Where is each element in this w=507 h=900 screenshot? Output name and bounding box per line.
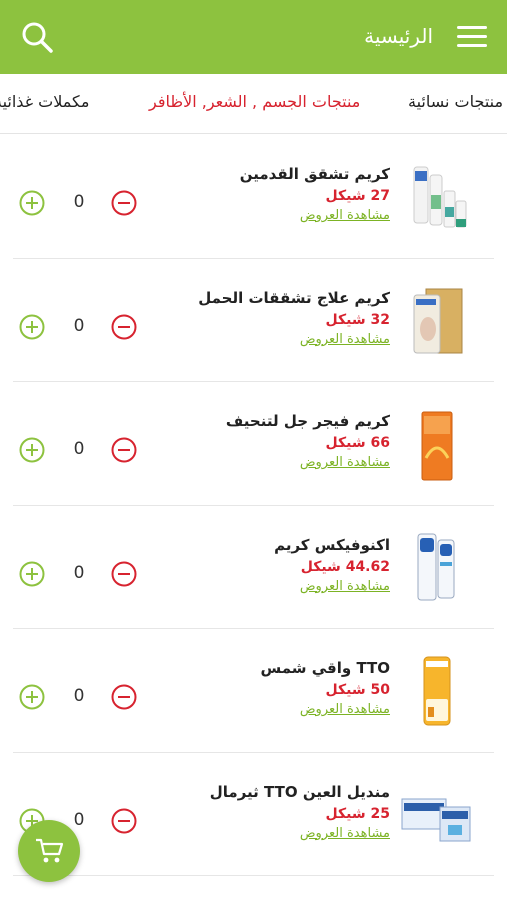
view-offers-link[interactable]: مشاهدة العروض bbox=[300, 332, 390, 347]
product-list: كريم تشقق القدمين 27 شيكل مشاهدة العروض … bbox=[0, 135, 507, 876]
view-offers-link[interactable]: مشاهدة العروض bbox=[300, 455, 390, 470]
product-price: 25 شيكل bbox=[325, 805, 390, 822]
plus-circle-icon[interactable] bbox=[19, 437, 45, 463]
quantity-stepper: 0 bbox=[19, 314, 139, 340]
product-info: كريم تشقق القدمين 27 شيكل مشاهدة العروض bbox=[240, 165, 390, 223]
minus-circle-icon[interactable] bbox=[111, 437, 137, 463]
search-icon[interactable] bbox=[20, 20, 54, 54]
tab-food-supplements[interactable]: مكملات غذائية bbox=[0, 92, 89, 111]
product-name: كريم علاج تشققات الحمل bbox=[198, 288, 390, 307]
page-title: الرئيسية bbox=[364, 24, 433, 48]
hamburger-menu-icon[interactable] bbox=[457, 26, 487, 48]
minus-circle-icon[interactable] bbox=[111, 808, 137, 834]
product-row[interactable]: كريم علاج تشققات الحمل 32 شيكل مشاهدة ال… bbox=[13, 259, 494, 382]
quantity-value: 0 bbox=[73, 439, 85, 459]
minus-circle-icon[interactable] bbox=[111, 561, 137, 587]
category-tabs: منتجات نسائية منتجات الجسم , الشعر, الأظ… bbox=[0, 74, 507, 134]
plus-circle-icon[interactable] bbox=[19, 684, 45, 710]
product-row[interactable]: اكنوفيكس كريم 44.62 شيكل مشاهدة العروض 0 bbox=[13, 506, 494, 629]
product-name: منديل العين TTO ثيرمال bbox=[209, 782, 390, 801]
quantity-stepper: 0 bbox=[19, 437, 139, 463]
quantity-value: 0 bbox=[73, 562, 85, 583]
product-price: 44.62 شيكل bbox=[300, 558, 390, 575]
quantity-stepper: 0 bbox=[19, 190, 139, 216]
product-info: كريم علاج تشققات الحمل 32 شيكل مشاهدة ال… bbox=[198, 289, 390, 347]
plus-circle-icon[interactable] bbox=[19, 314, 45, 340]
product-name: اكنوفيكس كريم bbox=[274, 535, 390, 554]
plus-circle-icon[interactable] bbox=[19, 561, 45, 587]
quantity-value: 0 bbox=[73, 315, 85, 336]
product-info: منديل العين TTO ثيرمال 25 شيكل مشاهدة ال… bbox=[210, 783, 390, 841]
minus-circle-icon[interactable] bbox=[111, 190, 137, 216]
product-name: TTO واقي شمس bbox=[260, 659, 390, 677]
view-offers-link[interactable]: مشاهدة العروض bbox=[300, 208, 390, 223]
product-row[interactable]: كريم فيجر جل لتنحيف 66 شيكل مشاهدة العرو… bbox=[13, 382, 494, 506]
product-image[interactable] bbox=[400, 161, 474, 235]
product-price: 32 شيكل bbox=[325, 311, 390, 328]
product-image[interactable] bbox=[400, 285, 474, 359]
quantity-value: 0 bbox=[73, 192, 85, 212]
product-info: كريم فيجر جل لتنحيف 66 شيكل مشاهدة العرو… bbox=[226, 412, 390, 470]
product-info: TTO واقي شمس 50 شيكل مشاهدة العروض bbox=[261, 659, 390, 717]
product-image[interactable] bbox=[400, 532, 474, 606]
minus-circle-icon[interactable] bbox=[111, 314, 137, 340]
product-info: اكنوفيكس كريم 44.62 شيكل مشاهدة العروض bbox=[274, 536, 390, 594]
product-row[interactable]: كريم تشقق القدمين 27 شيكل مشاهدة العروض … bbox=[13, 135, 494, 259]
product-image[interactable] bbox=[400, 779, 474, 853]
view-offers-link[interactable]: مشاهدة العروض bbox=[300, 579, 390, 594]
product-price: 50 شيكل bbox=[325, 682, 390, 698]
cart-button[interactable] bbox=[18, 820, 80, 882]
product-name: كريم فيجر جل لتنحيف bbox=[225, 412, 390, 430]
view-offers-link[interactable]: مشاهدة العروض bbox=[300, 826, 390, 841]
view-offers-link[interactable]: مشاهدة العروض bbox=[300, 702, 390, 717]
quantity-stepper: 0 bbox=[19, 561, 139, 587]
tab-womens-products[interactable]: منتجات نسائية bbox=[408, 92, 503, 111]
product-row[interactable]: TTO واقي شمس 50 شيكل مشاهدة العروض 0 bbox=[13, 629, 494, 753]
product-row[interactable]: منديل العين TTO ثيرمال 25 شيكل مشاهدة ال… bbox=[13, 753, 494, 876]
plus-circle-icon[interactable] bbox=[19, 190, 45, 216]
product-image[interactable] bbox=[400, 408, 474, 482]
app-header: الرئيسية bbox=[0, 0, 507, 74]
quantity-value: 0 bbox=[73, 686, 85, 706]
shopping-cart-icon bbox=[36, 838, 64, 863]
quantity-value: 0 bbox=[73, 809, 85, 830]
minus-circle-icon[interactable] bbox=[111, 684, 137, 710]
product-image[interactable] bbox=[400, 655, 474, 729]
product-price: 27 شيكل bbox=[325, 188, 390, 204]
product-price: 66 شيكل bbox=[325, 435, 390, 451]
quantity-stepper: 0 bbox=[19, 684, 139, 710]
tab-body-hair-nails[interactable]: منتجات الجسم , الشعر, الأظافر bbox=[149, 92, 360, 111]
product-name: كريم تشقق القدمين bbox=[239, 165, 390, 183]
